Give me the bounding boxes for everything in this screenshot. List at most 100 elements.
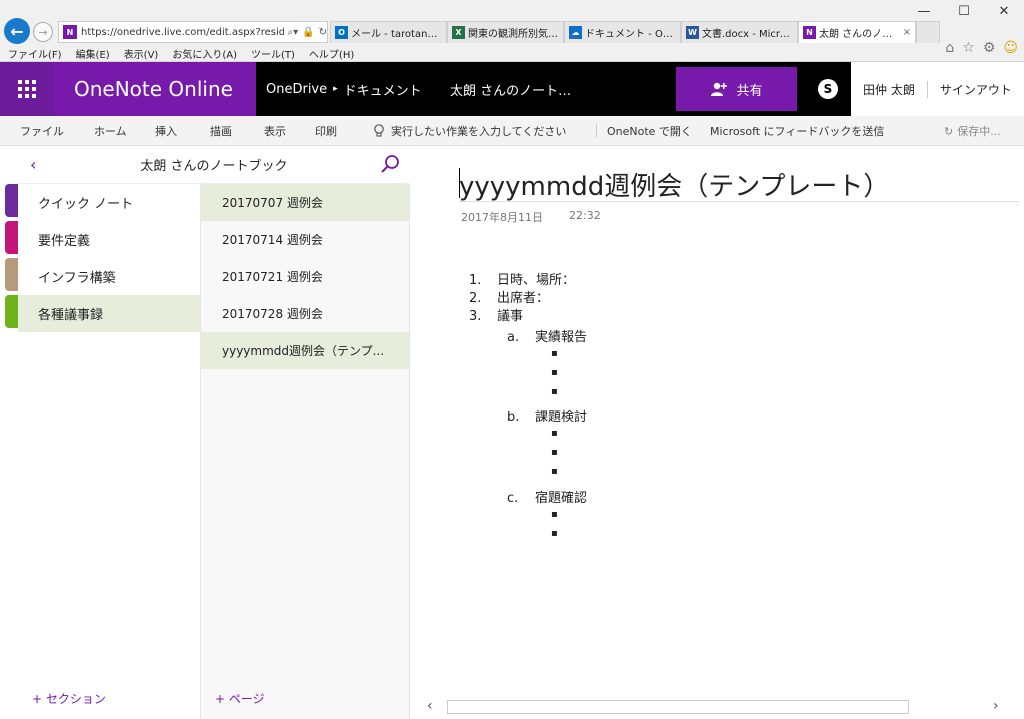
user-name[interactable]: 田仲 太朗 bbox=[851, 80, 928, 98]
add-page-button[interactable]: + ページ bbox=[215, 690, 265, 707]
section-color-strip bbox=[0, 146, 18, 719]
add-section-button[interactable]: + セクション bbox=[32, 690, 106, 707]
menu-item[interactable]: 表示(V) bbox=[124, 46, 159, 62]
refresh-icon[interactable]: ↻ bbox=[319, 27, 327, 38]
sections-pane: クイック ノート 要件定義 インフラ構築 各種議事録 bbox=[18, 184, 201, 719]
page-canvas[interactable]: yyyymmdd週例会（テンプレート） 2017年8月11日 22:32 1. 日… bbox=[411, 146, 1024, 719]
tab-draw[interactable]: 描画 bbox=[210, 116, 232, 146]
home-icon[interactable]: ⌂ bbox=[945, 40, 954, 56]
page-date: 2017年8月11日 bbox=[461, 211, 543, 224]
sub-list-item[interactable]: a. 実績報告 bbox=[507, 326, 587, 345]
search-icon[interactable]: ⌕▾ bbox=[288, 27, 299, 38]
address-bar[interactable]: N https://onedrive.live.com/edit.aspx?re… bbox=[58, 21, 328, 43]
breadcrumb-onedrive[interactable]: OneDrive bbox=[266, 82, 327, 97]
section-color-tab[interactable] bbox=[5, 258, 18, 291]
menu-item[interactable]: ツール(T) bbox=[251, 46, 295, 62]
favorites-star-icon[interactable]: ☆ bbox=[962, 40, 975, 56]
menu-item[interactable]: お気に入り(A) bbox=[172, 46, 237, 62]
skype-icon: S bbox=[818, 79, 838, 99]
breadcrumb-documents[interactable]: ドキュメント bbox=[344, 80, 422, 99]
list-item[interactable]: 1. 日時、場所： bbox=[469, 269, 575, 288]
sign-out-link[interactable]: サインアウト bbox=[928, 81, 1012, 98]
browser-tab[interactable]: X 関東の観測所別気温... bbox=[447, 21, 564, 43]
section-color-tab[interactable] bbox=[5, 221, 18, 254]
tell-me-box[interactable]: 実行したい作業を入力してください bbox=[373, 116, 566, 146]
empty-bullet[interactable]: ▪ bbox=[551, 466, 558, 477]
empty-bullet[interactable]: ▪ bbox=[551, 348, 558, 359]
horizontal-scrollbar[interactable]: ‹ › bbox=[411, 698, 1024, 717]
outlook-icon: O bbox=[335, 26, 348, 39]
save-status-text: 保存中... bbox=[957, 125, 1001, 138]
pages-pane: 20170707 週例会 20170714 週例会 20170721 週例会 2017… bbox=[201, 184, 410, 719]
sub-list-item[interactable]: b. 課題検討 bbox=[507, 406, 587, 425]
open-in-onenote-button[interactable]: OneNote で開く bbox=[607, 116, 692, 146]
onenote-icon: N bbox=[803, 26, 816, 39]
scroll-right-icon[interactable]: › bbox=[993, 698, 999, 714]
user-area: 田仲 太朗 サインアウト bbox=[851, 62, 1024, 116]
section-item[interactable]: クイック ノート bbox=[18, 184, 200, 221]
empty-bullet[interactable]: ▪ bbox=[551, 447, 558, 458]
new-tab-button[interactable] bbox=[916, 21, 940, 43]
search-icon[interactable] bbox=[380, 154, 400, 174]
empty-bullet[interactable]: ▪ bbox=[551, 528, 558, 539]
page-item[interactable]: 20170707 週例会 bbox=[201, 184, 409, 221]
lightbulb-icon bbox=[374, 124, 384, 137]
browser-tab[interactable]: Oメール - tarotanaka19... bbox=[330, 21, 447, 43]
list-item[interactable]: 3. 議事 bbox=[469, 305, 523, 324]
tell-me-text: 実行したい作業を入力してください bbox=[391, 125, 567, 138]
menu-item[interactable]: ファイル(F) bbox=[8, 46, 62, 62]
menu-item[interactable]: ヘルプ(H) bbox=[309, 46, 354, 62]
skype-button[interactable]: S bbox=[805, 62, 851, 116]
browser-toolbar-icons: ⌂ ☆ ⚙ ☺ bbox=[945, 40, 1018, 56]
breadcrumb-separator-icon: ▸ bbox=[333, 84, 338, 94]
list-number: 3. bbox=[469, 309, 482, 324]
chevron-left-icon[interactable]: ‹ bbox=[30, 155, 36, 174]
close-tab-icon[interactable]: × bbox=[903, 27, 911, 38]
back-button[interactable]: ← bbox=[4, 18, 30, 44]
share-button[interactable]: 共有 bbox=[676, 67, 797, 111]
list-item[interactable]: 2. 出席者： bbox=[469, 287, 549, 306]
menu-item[interactable]: 編集(E) bbox=[76, 46, 110, 62]
header-notebook-name[interactable]: 太朗 さんのノート… bbox=[450, 62, 571, 116]
tab-view[interactable]: 表示 bbox=[264, 116, 286, 146]
forward-button[interactable]: → bbox=[33, 22, 53, 42]
section-color-tab[interactable] bbox=[5, 184, 18, 217]
section-color-tab[interactable] bbox=[5, 295, 18, 328]
app-launcher-button[interactable] bbox=[0, 62, 54, 116]
smiley-feedback-icon[interactable]: ☺ bbox=[1003, 40, 1018, 56]
waffle-icon bbox=[18, 80, 36, 98]
empty-bullet[interactable]: ▪ bbox=[551, 428, 558, 439]
section-item[interactable]: インフラ構築 bbox=[18, 258, 200, 295]
page-item[interactable]: yyyymmdd週例会（テンプ... bbox=[201, 332, 409, 369]
page-item[interactable]: 20170721 週例会 bbox=[201, 258, 409, 295]
scrollbar-thumb[interactable] bbox=[447, 700, 909, 714]
settings-gear-icon[interactable]: ⚙ bbox=[983, 40, 996, 56]
address-text[interactable]: https://onedrive.live.com/edit.aspx?resi… bbox=[81, 27, 284, 38]
app-name[interactable]: OneNote Online bbox=[54, 62, 256, 116]
list-number: a. bbox=[507, 330, 520, 345]
page-item[interactable]: 20170714 週例会 bbox=[201, 221, 409, 258]
browser-nav-row: ← → N https://onedrive.live.com/edit.asp… bbox=[0, 16, 1024, 56]
empty-bullet[interactable]: ▪ bbox=[551, 367, 558, 378]
browser-tab[interactable]: ☁ドキュメント - OneDrive bbox=[564, 21, 681, 43]
page-title[interactable]: yyyymmdd週例会（テンプレート） bbox=[459, 166, 1019, 202]
browser-menubar: ファイル(F) 編集(E) 表示(V) お気に入り(A) ツール(T) ヘルプ(H) bbox=[0, 46, 354, 62]
browser-tab[interactable]: W文書.docx - Microso... bbox=[681, 21, 798, 43]
lock-icon[interactable]: 🔒 bbox=[302, 27, 314, 38]
empty-bullet[interactable]: ▪ bbox=[551, 386, 558, 397]
tab-print[interactable]: 印刷 bbox=[315, 116, 337, 146]
empty-bullet[interactable]: ▪ bbox=[551, 509, 558, 520]
tab-home[interactable]: ホーム bbox=[94, 116, 127, 146]
page-item[interactable]: 20170728 週例会 bbox=[201, 295, 409, 332]
ribbon-divider bbox=[596, 124, 597, 138]
tab-insert[interactable]: 挿入 bbox=[155, 116, 177, 146]
browser-tab[interactable]: N太朗 さんのノートブ...× bbox=[798, 21, 916, 43]
sub-list-item[interactable]: c. 宿題確認 bbox=[507, 487, 587, 506]
section-item[interactable]: 要件定義 bbox=[18, 221, 200, 258]
feedback-button[interactable]: Microsoft にフィードバックを送信 bbox=[710, 116, 884, 146]
scroll-left-icon[interactable]: ‹ bbox=[427, 698, 433, 714]
browser-tab-label: メール - tarotanaka19... bbox=[351, 29, 442, 40]
section-item[interactable]: 各種議事録 bbox=[18, 295, 200, 332]
ribbon-tabs: ファイル ホーム 挿入 描画 表示 印刷 実行したい作業を入力してください On… bbox=[0, 116, 1024, 146]
tab-file[interactable]: ファイル bbox=[20, 116, 64, 146]
